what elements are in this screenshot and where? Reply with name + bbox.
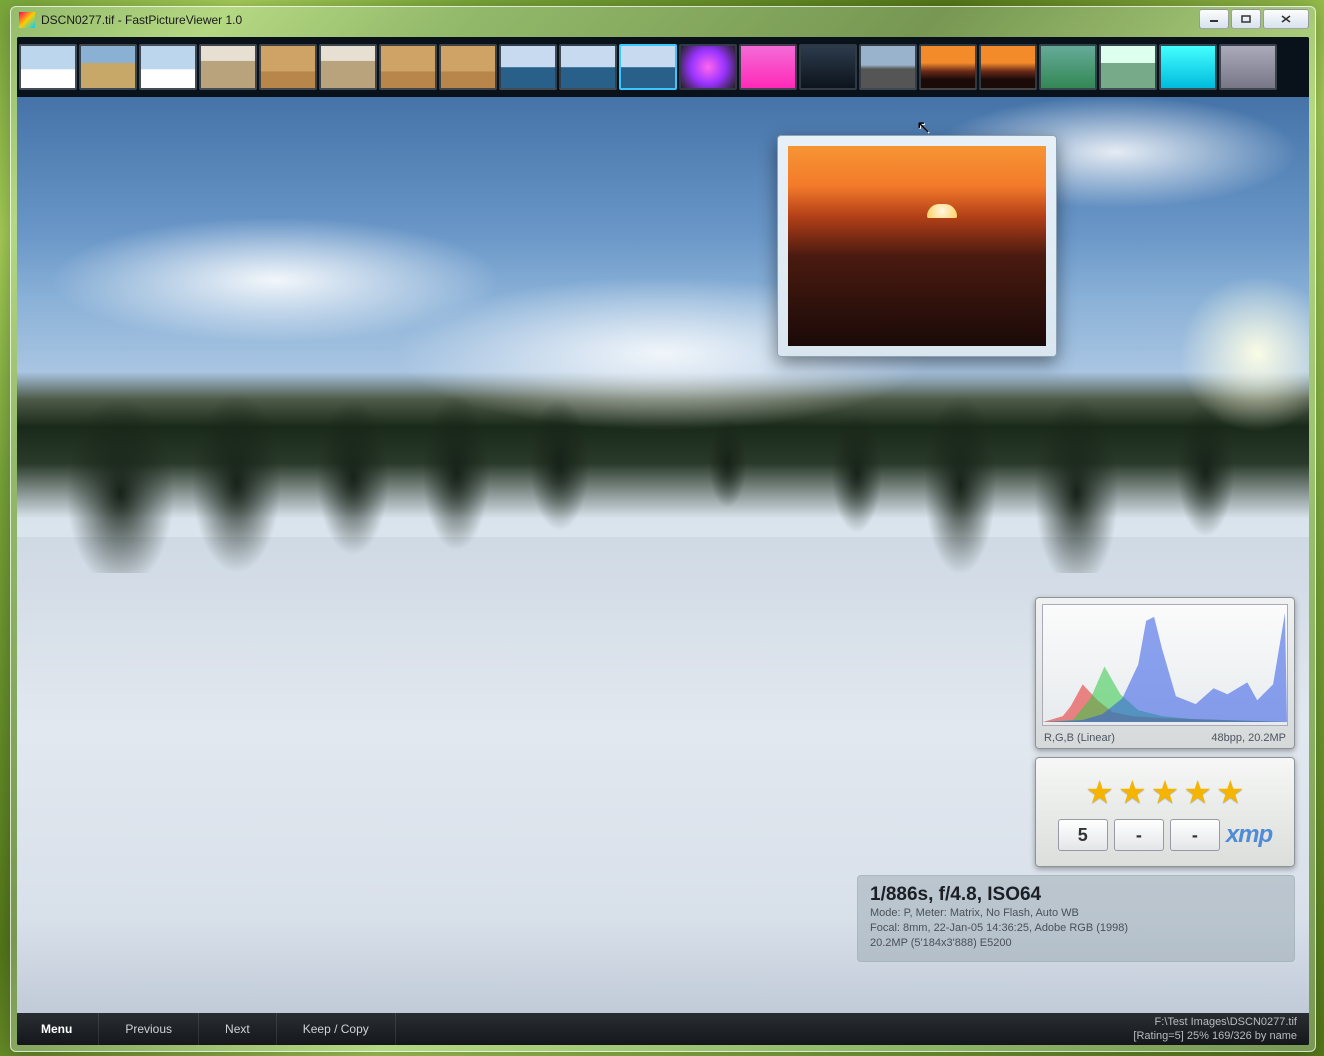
- window-title: DSCN0277.tif - FastPictureViewer 1.0: [41, 13, 242, 27]
- star-icon[interactable]: ★: [1183, 773, 1212, 811]
- next-button[interactable]: Next: [201, 1013, 274, 1045]
- thumbnail[interactable]: [559, 44, 617, 90]
- exif-line3: 20.2MP (5'184x3'888) E5200: [870, 936, 1282, 951]
- thumbnail[interactable]: [319, 44, 377, 90]
- preview-popup[interactable]: [777, 135, 1057, 357]
- previous-button[interactable]: Previous: [101, 1013, 196, 1045]
- exif-exposure: 1/886s, f/4.8, ISO64: [870, 884, 1282, 906]
- star-icon[interactable]: ★: [1118, 773, 1147, 811]
- thumbnail[interactable]: [79, 44, 137, 90]
- exif-panel[interactable]: 1/886s, f/4.8, ISO64 Mode: P, Meter: Mat…: [857, 875, 1295, 962]
- preview-image: [788, 146, 1046, 346]
- thumbnail[interactable]: [139, 44, 197, 90]
- content-area: ↖ R,G,B (Linear) 48bpp, 20.2MP ★ ★ ★ ★ ★: [17, 37, 1309, 1045]
- divider: [198, 1013, 199, 1045]
- thumbnail[interactable]: [199, 44, 257, 90]
- keep-copy-button[interactable]: Keep / Copy: [279, 1013, 393, 1045]
- file-path: F:\Test Images\DSCN0277.tif: [1133, 1015, 1297, 1029]
- menu-button[interactable]: Menu: [17, 1013, 96, 1045]
- xmp-logo[interactable]: xmp: [1226, 821, 1272, 849]
- rating-urgency[interactable]: -: [1170, 819, 1220, 851]
- titlebar[interactable]: DSCN0277.tif - FastPictureViewer 1.0: [11, 7, 1315, 33]
- thumbnail[interactable]: [619, 44, 677, 90]
- thumbnail[interactable]: [679, 44, 737, 90]
- divider: [98, 1013, 99, 1045]
- thumbnail[interactable]: [859, 44, 917, 90]
- divider: [395, 1013, 396, 1045]
- rating-stars[interactable]: ★ ★ ★ ★ ★: [1085, 773, 1244, 811]
- tree-line: [17, 372, 1309, 574]
- status-right: F:\Test Images\DSCN0277.tif [Rating=5] 2…: [1121, 1015, 1309, 1044]
- exif-line2: Focal: 8mm, 22-Jan-05 14:36:25, Adobe RG…: [870, 921, 1282, 936]
- thumbnail[interactable]: [1159, 44, 1217, 90]
- histogram-info: 48bpp, 20.2MP: [1211, 732, 1286, 744]
- thumbnail[interactable]: [979, 44, 1037, 90]
- thumbnail[interactable]: [439, 44, 497, 90]
- thumbnail[interactable]: [739, 44, 797, 90]
- thumbnail[interactable]: [799, 44, 857, 90]
- thumbnail[interactable]: [259, 44, 317, 90]
- star-icon[interactable]: ★: [1085, 773, 1114, 811]
- thumbnail[interactable]: [19, 44, 77, 90]
- close-button[interactable]: [1263, 9, 1309, 29]
- thumbnail[interactable]: [1219, 44, 1277, 90]
- thumbnail[interactable]: [919, 44, 977, 90]
- divider: [276, 1013, 277, 1045]
- rating-label[interactable]: -: [1114, 819, 1164, 851]
- minimize-button[interactable]: [1199, 9, 1229, 29]
- histogram-mode: R,G,B (Linear): [1044, 732, 1115, 744]
- thumbnail-strip[interactable]: [17, 37, 1309, 97]
- histogram-panel[interactable]: R,G,B (Linear) 48bpp, 20.2MP: [1035, 597, 1295, 749]
- status-line: [Rating=5] 25% 169/326 by name: [1133, 1029, 1297, 1043]
- rating-panel[interactable]: ★ ★ ★ ★ ★ 5 - - xmp: [1035, 757, 1295, 867]
- thumbnail[interactable]: [499, 44, 557, 90]
- histogram-plot: [1042, 604, 1288, 726]
- star-icon[interactable]: ★: [1216, 773, 1245, 811]
- thumbnail[interactable]: [379, 44, 437, 90]
- bottom-bar: Menu Previous Next Keep / Copy F:\Test I…: [17, 1013, 1309, 1045]
- app-icon: [19, 12, 35, 28]
- sun-icon: [927, 204, 957, 218]
- rating-value[interactable]: 5: [1058, 819, 1108, 851]
- exif-line1: Mode: P, Meter: Matrix, No Flash, Auto W…: [870, 906, 1282, 921]
- thumbnail[interactable]: [1099, 44, 1157, 90]
- star-icon[interactable]: ★: [1151, 773, 1180, 811]
- thumbnail[interactable]: [1039, 44, 1097, 90]
- app-window: DSCN0277.tif - FastPictureViewer 1.0 ↖: [10, 6, 1316, 1052]
- maximize-button[interactable]: [1231, 9, 1261, 29]
